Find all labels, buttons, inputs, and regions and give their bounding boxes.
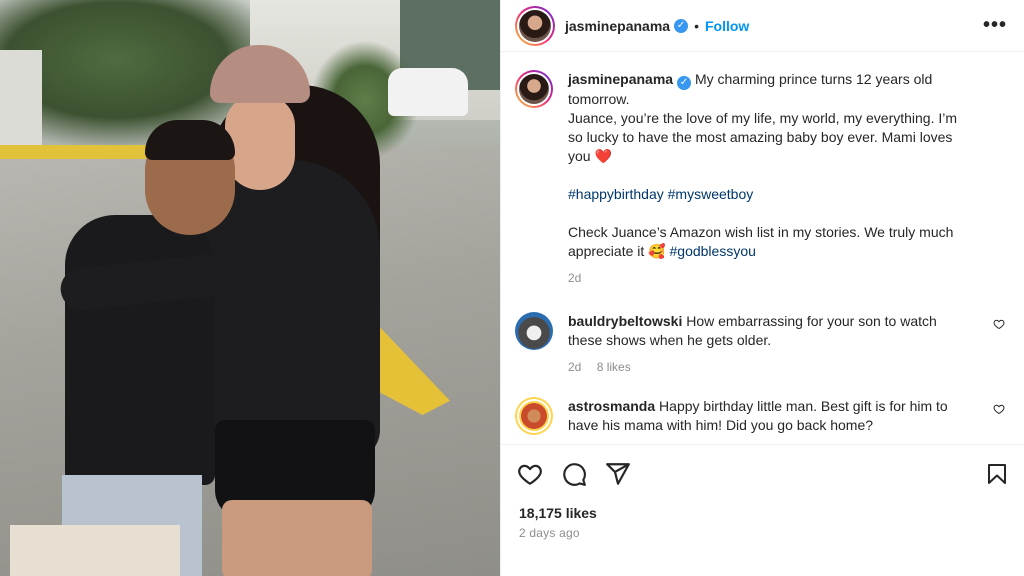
photo-bag	[10, 525, 180, 576]
author-avatar[interactable]	[515, 5, 555, 46]
photo-boy-hair	[145, 120, 235, 160]
post-header: jasminepanama ✓ • Follow •••	[501, 0, 1024, 52]
comments-list[interactable]: jasminepanama ✓ My charming prince turns …	[501, 52, 1024, 444]
comment-meta: 2d 8 likes	[568, 358, 968, 377]
follow-button[interactable]: Follow	[705, 18, 749, 34]
bookmark-button[interactable]	[985, 461, 1009, 487]
verified-badge-icon: ✓	[674, 18, 689, 33]
post-actions: 18,175 likes 2 days ago	[501, 444, 1024, 576]
comment-heart-icon[interactable]	[993, 318, 1005, 330]
caption: jasminepanama ✓ My charming prince turns …	[515, 70, 1005, 288]
commenter-avatar[interactable]	[515, 312, 553, 350]
bookmark-icon[interactable]	[985, 461, 1009, 487]
hashtag-happybirthday[interactable]: #happybirthday	[568, 186, 664, 202]
separator-dot: •	[694, 17, 699, 34]
comment-likes[interactable]: 8 likes	[597, 360, 631, 374]
comment-body: bauldrybeltowski How embarrassing for yo…	[568, 312, 968, 377]
instagram-post: jasminepanama ✓ • Follow ••• jasminepana…	[0, 0, 1024, 576]
caption-avatar[interactable]	[515, 70, 553, 108]
comment-body: astrosmanda Happy birthday little man. B…	[568, 397, 968, 435]
caption-line2: Juance, you’re the love of my life, my w…	[568, 110, 958, 164]
smiling-emoji: 🥰	[648, 243, 666, 259]
caption-body: jasminepanama ✓ My charming prince turns …	[568, 70, 968, 288]
comment-time: 2d	[568, 360, 582, 374]
hashtag-mysweetboy[interactable]: #mysweetboy	[668, 186, 754, 202]
photo-woman-face	[225, 95, 295, 190]
comment-heart-icon[interactable]	[993, 403, 1005, 415]
caption-meta: 2d	[568, 269, 968, 288]
commenter-username[interactable]: astrosmanda	[568, 398, 655, 414]
verified-badge-icon: ✓	[677, 76, 692, 90]
photo-wall	[0, 50, 42, 145]
post-photo[interactable]	[0, 0, 500, 576]
likes-count[interactable]: 18,175 likes	[519, 505, 597, 521]
action-icons	[517, 461, 631, 487]
post-date: 2 days ago	[519, 526, 580, 540]
comment: bauldrybeltowski How embarrassing for yo…	[515, 312, 1005, 377]
hashtag-godblessyou[interactable]: #godblessyou	[670, 243, 756, 259]
post-panel: jasminepanama ✓ • Follow ••• jasminepana…	[500, 0, 1024, 576]
photo-curb	[0, 145, 160, 159]
photo-woman-legs	[222, 500, 372, 576]
commenter-username[interactable]: bauldrybeltowski	[568, 313, 682, 329]
author-username[interactable]: jasminepanama	[565, 18, 670, 34]
comment: astrosmanda Happy birthday little man. B…	[515, 397, 1005, 435]
more-options-icon[interactable]: •••	[983, 14, 1007, 37]
caption-line3: Check Juance’s Amazon wish list in my st…	[568, 224, 954, 259]
caption-username[interactable]: jasminepanama	[568, 71, 673, 87]
share-icon[interactable]	[605, 461, 631, 487]
caption-time: 2d	[568, 271, 582, 285]
commenter-avatar[interactable]	[515, 397, 553, 435]
heart-emoji: ❤️	[594, 148, 612, 164]
photo-car	[388, 68, 468, 116]
comment-icon[interactable]	[561, 461, 587, 487]
heart-icon[interactable]	[517, 461, 543, 487]
